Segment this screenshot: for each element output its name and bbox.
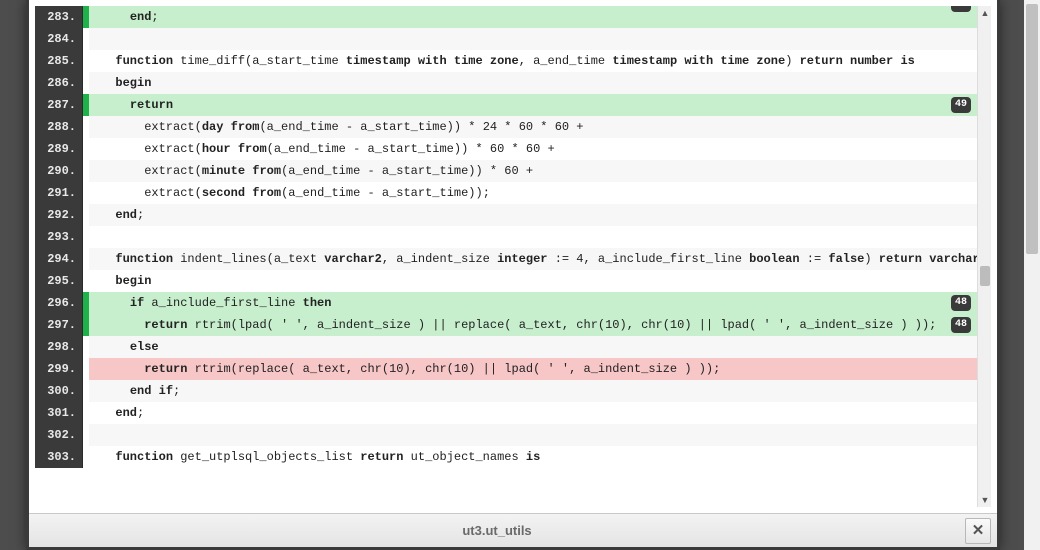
line-number: 290. bbox=[35, 160, 83, 182]
code-row: 299. return rtrim(replace( a_text, chr(1… bbox=[35, 358, 977, 380]
code-content: return rtrim(lpad( ' ', a_indent_size ) … bbox=[89, 314, 977, 336]
code-row: 296. if a_include_first_line then48 bbox=[35, 292, 977, 314]
line-number: 298. bbox=[35, 336, 83, 358]
hit-count-badge: 48 bbox=[951, 317, 971, 333]
code-viewer: 283. end; 284.285. function time_diff(a_… bbox=[35, 6, 991, 507]
code-content bbox=[89, 226, 977, 248]
code-row: 293. bbox=[35, 226, 977, 248]
code-content: function indent_lines(a_text varchar2, a… bbox=[89, 248, 977, 270]
code-row: 283. end; bbox=[35, 6, 977, 28]
code-content: extract(day from(a_end_time - a_start_ti… bbox=[89, 116, 977, 138]
code-content: if a_include_first_line then48 bbox=[89, 292, 977, 314]
line-number: 287. bbox=[35, 94, 83, 116]
close-button[interactable]: ✕ bbox=[965, 518, 991, 544]
code-content: begin bbox=[89, 270, 977, 292]
code-row: 294. function indent_lines(a_text varcha… bbox=[35, 248, 977, 270]
modal-body: 283. end; 284.285. function time_diff(a_… bbox=[29, 0, 997, 513]
code-row: 298. else bbox=[35, 336, 977, 358]
line-number: 286. bbox=[35, 72, 83, 94]
code-content: begin bbox=[89, 72, 977, 94]
hit-count-badge bbox=[951, 6, 971, 12]
code-content: end; bbox=[89, 402, 977, 424]
code-content: function time_diff(a_start_time timestam… bbox=[89, 50, 977, 72]
scroll-down-arrow-icon[interactable]: ▼ bbox=[978, 493, 991, 507]
code-content: end if; bbox=[89, 380, 977, 402]
code-row: 301. end; bbox=[35, 402, 977, 424]
line-number: 303. bbox=[35, 446, 83, 468]
code-vertical-scrollbar[interactable]: ▲ ▼ bbox=[977, 6, 991, 507]
line-number: 293. bbox=[35, 226, 83, 248]
modal-footer: ut3.ut_utils ✕ bbox=[29, 513, 997, 547]
code-row: 295. begin bbox=[35, 270, 977, 292]
modal-overlay: 283. end; 284.285. function time_diff(a_… bbox=[0, 0, 1026, 550]
code-content: else bbox=[89, 336, 977, 358]
line-number: 288. bbox=[35, 116, 83, 138]
browser-scroll-thumb[interactable] bbox=[1026, 4, 1038, 254]
code-content bbox=[89, 28, 977, 50]
code-row: 289. extract(hour from(a_end_time - a_st… bbox=[35, 138, 977, 160]
code-content: return49 bbox=[89, 94, 977, 116]
close-icon: ✕ bbox=[972, 522, 985, 539]
code-content: extract(hour from(a_end_time - a_start_t… bbox=[89, 138, 977, 160]
line-number: 294. bbox=[35, 248, 83, 270]
line-number: 292. bbox=[35, 204, 83, 226]
code-content: end; bbox=[89, 204, 977, 226]
code-row: 287. return49 bbox=[35, 94, 977, 116]
code-content bbox=[89, 424, 977, 446]
code-row: 286. begin bbox=[35, 72, 977, 94]
code-content: extract(minute from(a_end_time - a_start… bbox=[89, 160, 977, 182]
line-number: 284. bbox=[35, 28, 83, 50]
line-number: 299. bbox=[35, 358, 83, 380]
browser-vertical-scrollbar[interactable] bbox=[1024, 0, 1040, 550]
code-content: return rtrim(replace( a_text, chr(10), c… bbox=[89, 358, 977, 380]
line-number: 289. bbox=[35, 138, 83, 160]
code-content: end; bbox=[89, 6, 977, 28]
code-row: 297. return rtrim(lpad( ' ', a_indent_si… bbox=[35, 314, 977, 336]
code-row: 291. extract(second from(a_end_time - a_… bbox=[35, 182, 977, 204]
code-coverage-modal: 283. end; 284.285. function time_diff(a_… bbox=[26, 0, 1000, 550]
line-number: 295. bbox=[35, 270, 83, 292]
line-number: 300. bbox=[35, 380, 83, 402]
code-content: function get_utplsql_objects_list return… bbox=[89, 446, 977, 468]
modal-title: ut3.ut_utils bbox=[29, 523, 965, 538]
code-row: 303. function get_utplsql_objects_list r… bbox=[35, 446, 977, 468]
code-content: extract(second from(a_end_time - a_start… bbox=[89, 182, 977, 204]
code-row: 284. bbox=[35, 28, 977, 50]
hit-count-badge: 48 bbox=[951, 295, 971, 311]
line-number: 291. bbox=[35, 182, 83, 204]
code-row: 285. function time_diff(a_start_time tim… bbox=[35, 50, 977, 72]
hit-count-badge: 49 bbox=[951, 97, 971, 113]
line-number: 301. bbox=[35, 402, 83, 424]
line-number: 302. bbox=[35, 424, 83, 446]
code-row: 290. extract(minute from(a_end_time - a_… bbox=[35, 160, 977, 182]
code-row: 302. bbox=[35, 424, 977, 446]
code-row: 288. extract(day from(a_end_time - a_sta… bbox=[35, 116, 977, 138]
line-number: 285. bbox=[35, 50, 83, 72]
code-rows[interactable]: 283. end; 284.285. function time_diff(a_… bbox=[35, 6, 977, 507]
scroll-thumb[interactable] bbox=[980, 266, 990, 286]
line-number: 296. bbox=[35, 292, 83, 314]
line-number: 283. bbox=[35, 6, 83, 28]
code-row: 292. end; bbox=[35, 204, 977, 226]
line-number: 297. bbox=[35, 314, 83, 336]
code-row: 300. end if; bbox=[35, 380, 977, 402]
scroll-up-arrow-icon[interactable]: ▲ bbox=[978, 6, 991, 20]
